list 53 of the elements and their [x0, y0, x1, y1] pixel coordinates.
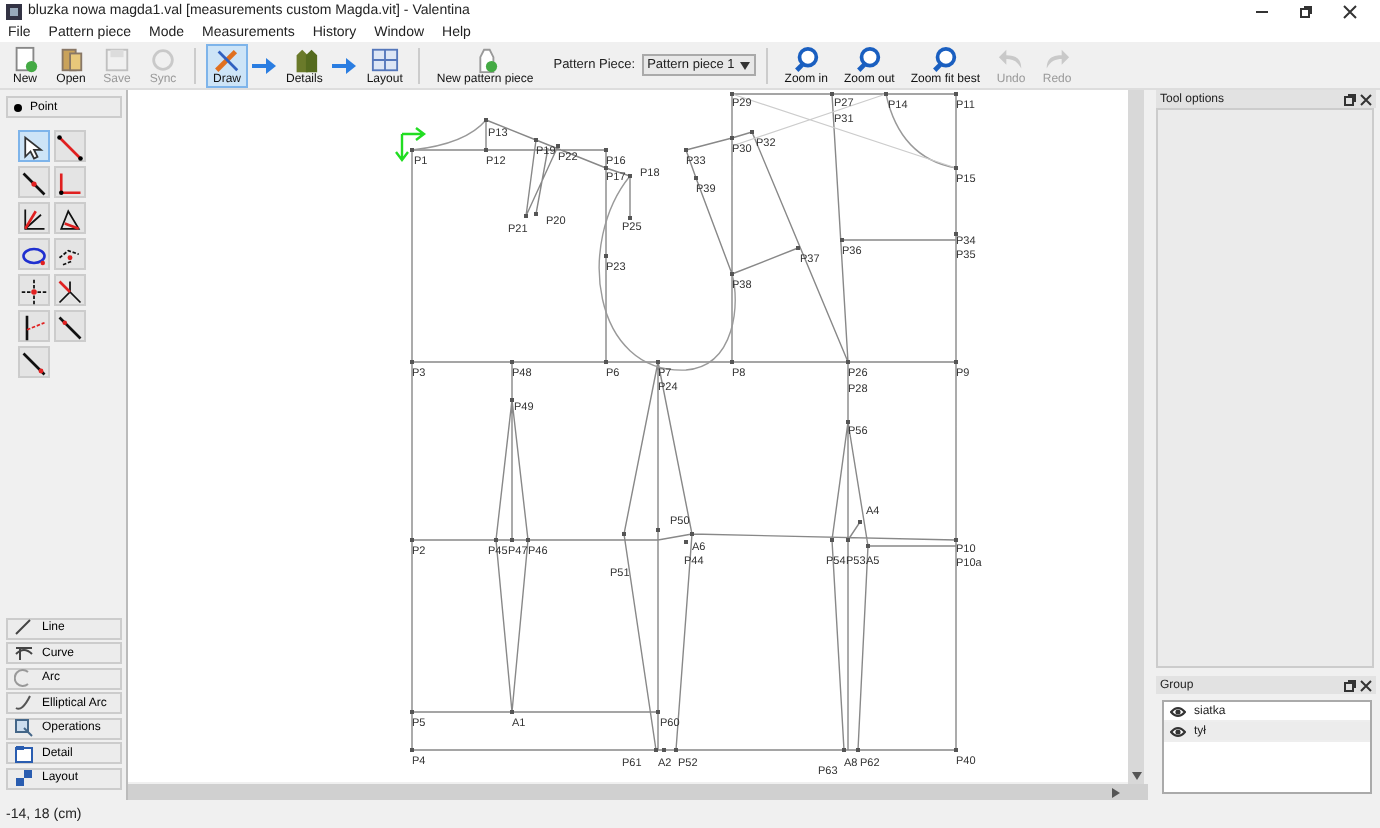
axis-point-icon: [20, 275, 48, 307]
elliptical-arc-icon: [14, 693, 34, 713]
grid-icon: [369, 45, 400, 73]
tool-button[interactable]: [18, 165, 50, 197]
close-icon[interactable]: [1360, 93, 1372, 105]
magnifier-icon: [930, 45, 961, 73]
right-arrow-icon[interactable]: [1112, 787, 1120, 797]
folder-icon: [14, 743, 34, 763]
dot-icon: [14, 103, 22, 111]
arrow-icon: [252, 57, 276, 73]
squares-icon: [14, 768, 34, 788]
tool-button[interactable]: [18, 309, 50, 341]
float-icon[interactable]: [1344, 679, 1356, 691]
vertical-scrollbar[interactable]: [1128, 90, 1144, 784]
tool-button[interactable]: [54, 129, 86, 161]
line-icon: [14, 618, 34, 638]
tool-button[interactable]: [54, 201, 86, 233]
folder-icon: [56, 45, 86, 73]
redo-icon: [1042, 45, 1073, 73]
tool-button[interactable]: [18, 345, 50, 377]
float-icon[interactable]: [1344, 93, 1356, 105]
eye-icon[interactable]: [1170, 725, 1186, 737]
close-icon[interactable]: [1360, 679, 1372, 691]
operations-icon: [14, 718, 34, 738]
tool-button[interactable]: [54, 237, 86, 269]
restore-icon[interactable]: [1298, 3, 1314, 19]
bisector-icon: [56, 275, 84, 307]
arrow-icon: [332, 57, 357, 73]
tool-button[interactable]: [18, 273, 50, 305]
caret-icon: [740, 61, 751, 69]
line-point-icon: [56, 131, 84, 163]
circle-icon: [148, 45, 178, 73]
line-point-icon: [20, 167, 48, 199]
tool-button[interactable]: [18, 129, 50, 161]
magnifier-icon: [854, 45, 885, 73]
app-icon: [6, 3, 22, 19]
cursor-icon: [20, 131, 48, 163]
curve-icon: [14, 643, 34, 663]
height-icon: [20, 311, 48, 343]
close-icon[interactable]: [1342, 3, 1358, 19]
horizontal-scrollbar[interactable]: [128, 784, 1148, 800]
eye-icon[interactable]: [1170, 705, 1186, 717]
undo-icon: [996, 45, 1027, 73]
new-file-icon: [10, 45, 40, 73]
tool-button[interactable]: [18, 201, 50, 233]
tool-button[interactable]: [54, 309, 86, 341]
tool-button[interactable]: [54, 273, 86, 305]
line-point-icon: [20, 347, 48, 379]
line-point-icon: [56, 311, 84, 343]
down-arrow-icon[interactable]: [1131, 772, 1141, 780]
tool-button[interactable]: [18, 237, 50, 269]
magnifier-icon: [791, 45, 822, 73]
arc-icon: [14, 668, 34, 688]
